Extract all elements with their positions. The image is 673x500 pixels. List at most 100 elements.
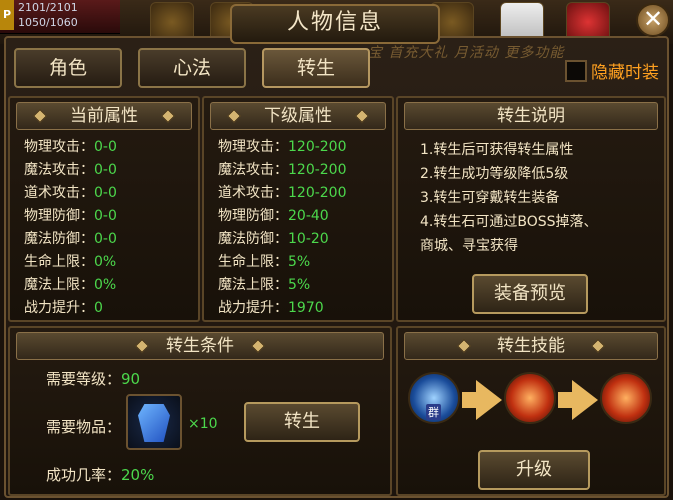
stat-value: 0	[94, 300, 103, 316]
diamond-ornament-icon	[590, 338, 606, 354]
stat-row: 魔法上限：5%	[218, 274, 347, 297]
close-button[interactable]: ✕	[636, 3, 670, 37]
required-item-count: ×10	[188, 416, 218, 432]
next-stat-list: 物理攻击：120-200 魔法攻击：120-200 道术攻击：120-200 物…	[218, 136, 347, 320]
stat-value: 5%	[288, 254, 311, 270]
stat-row: 战力提升：1970	[218, 297, 347, 320]
fire-skill-icon[interactable]	[504, 372, 556, 424]
stat-name: 道术攻击：	[218, 185, 288, 201]
stat-value: 0-0	[94, 208, 117, 224]
stat-name: 战力提升：	[218, 300, 288, 316]
stat-value: 120-200	[288, 162, 347, 178]
stat-name: 物理防御：	[218, 208, 288, 224]
description-line: 3.转生可穿戴转生装备	[420, 190, 560, 206]
description-line: 1.转生后可获得转生属性	[420, 142, 574, 158]
stat-value: 0%	[94, 277, 117, 293]
diamond-ornament-icon	[32, 108, 48, 124]
player-status-box: P 2101/2101 1050/1060	[0, 0, 120, 34]
success-rate-value: 20%	[121, 466, 155, 484]
stat-row: 战力提升：0	[24, 297, 117, 320]
current-attributes-panel: 当前属性 物理攻击：0-0 魔法攻击：0-0 道术攻击：0-0 物理防御：0-0…	[8, 96, 200, 322]
stat-value: 0-0	[94, 231, 117, 247]
stat-name: 道术攻击：	[24, 185, 94, 201]
hide-fashion-toggle[interactable]: 隐藏时装	[565, 58, 659, 83]
tab-role[interactable]: 角色	[14, 48, 122, 88]
stat-name: 魔法防御：	[24, 231, 94, 247]
tab-mind-method[interactable]: 心法	[138, 48, 246, 88]
stat-value: 20-40	[288, 208, 329, 224]
stat-value: 10-20	[288, 231, 329, 247]
stat-row: 魔法攻击：120-200	[218, 159, 347, 182]
description-line: 商城、寻宝获得	[420, 238, 518, 254]
stat-row: 物理攻击：120-200	[218, 136, 347, 159]
required-level-label: 需要等级：	[46, 370, 122, 388]
diamond-ornament-icon	[226, 108, 242, 124]
description-line: 2.转生成功等级降低5级	[420, 166, 569, 182]
equipment-preview-button[interactable]: 装备预览	[472, 274, 588, 314]
hide-fashion-checkbox[interactable]	[565, 59, 587, 82]
stat-name: 物理防御：	[24, 208, 94, 224]
panel-header: 转生技能	[404, 332, 658, 360]
diamond-ornament-icon	[250, 338, 266, 354]
stat-name: 魔法上限：	[218, 277, 288, 293]
ice-skill-icon[interactable]: 群	[408, 372, 460, 424]
group-badge: 群	[426, 404, 441, 420]
stat-value: 120-200	[288, 185, 347, 201]
panel-title: 转生技能	[497, 336, 565, 356]
stat-name: 魔法攻击：	[24, 162, 94, 178]
stat-name: 生命上限：	[218, 254, 288, 270]
current-stat-list: 物理攻击：0-0 魔法攻击：0-0 道术攻击：0-0 物理防御：0-0 魔法防御…	[24, 136, 117, 320]
tab-rebirth[interactable]: 转生	[262, 48, 370, 88]
rebirth-stone-icon	[138, 404, 170, 442]
stat-name: 魔法上限：	[24, 277, 94, 293]
panel-header: 下级属性	[210, 102, 386, 130]
success-rate: 成功几率：20%	[46, 464, 154, 485]
stat-name: 魔法防御：	[218, 231, 288, 247]
stat-row: 生命上限：5%	[218, 251, 347, 274]
rebirth-button[interactable]: 转生	[244, 402, 360, 442]
stat-name: 生命上限：	[24, 254, 94, 270]
description-line: 4.转生石可通过BOSS掉落、	[420, 214, 598, 230]
diamond-ornament-icon	[134, 338, 150, 354]
next-attributes-panel: 下级属性 物理攻击：120-200 魔法攻击：120-200 道术攻击：120-…	[202, 96, 394, 322]
stat-row: 道术攻击：0-0	[24, 182, 117, 205]
stat-row: 道术攻击：120-200	[218, 182, 347, 205]
stat-value: 0-0	[94, 139, 117, 155]
banner-text: 宝 首充大礼 月活动 更多功能	[368, 45, 565, 61]
stat-row: 魔法上限：0%	[24, 274, 117, 297]
diamond-ornament-icon	[456, 338, 472, 354]
stat-row: 物理防御：20-40	[218, 205, 347, 228]
rebirth-description-list: 1.转生后可获得转生属性 2.转生成功等级降低5级 3.转生可穿戴转生装备 4.…	[420, 138, 598, 258]
stat-value: 5%	[288, 277, 311, 293]
panel-header: 转生说明	[404, 102, 658, 130]
success-rate-label: 成功几率：	[46, 466, 122, 484]
stat-row: 物理防御：0-0	[24, 205, 117, 228]
required-item-label: 需要物品：	[46, 418, 122, 436]
panel-header: 转生条件	[16, 332, 384, 360]
rebirth-stone-slot[interactable]	[126, 394, 182, 450]
arrow-right-icon	[476, 380, 502, 420]
arrow-right-icon	[572, 380, 598, 420]
stat-value: 0-0	[94, 185, 117, 201]
required-level-value: 90	[121, 370, 141, 388]
panel-title: 转生条件	[166, 336, 234, 356]
window-title: 人物信息	[230, 4, 440, 44]
upgrade-button[interactable]: 升级	[478, 450, 590, 490]
stat-row: 魔法防御：0-0	[24, 228, 117, 251]
stat-row: 物理攻击：0-0	[24, 136, 117, 159]
mp-readout: 1050/1060	[18, 16, 78, 29]
hp-readout: 2101/2101	[18, 1, 78, 14]
player-badge: P	[0, 0, 14, 30]
hide-fashion-label: 隐藏时装	[591, 63, 659, 83]
diamond-ornament-icon	[160, 108, 176, 124]
stat-name: 魔法攻击：	[218, 162, 288, 178]
fire-skill-icon[interactable]	[600, 372, 652, 424]
panel-title: 转生说明	[497, 106, 565, 126]
stat-value: 0%	[94, 254, 117, 270]
stat-row: 魔法攻击：0-0	[24, 159, 117, 182]
stat-name: 战力提升：	[24, 300, 94, 316]
stat-value: 1970	[288, 300, 324, 316]
diamond-ornament-icon	[354, 108, 370, 124]
panel-header: 当前属性	[16, 102, 192, 130]
stat-name: 物理攻击：	[218, 139, 288, 155]
